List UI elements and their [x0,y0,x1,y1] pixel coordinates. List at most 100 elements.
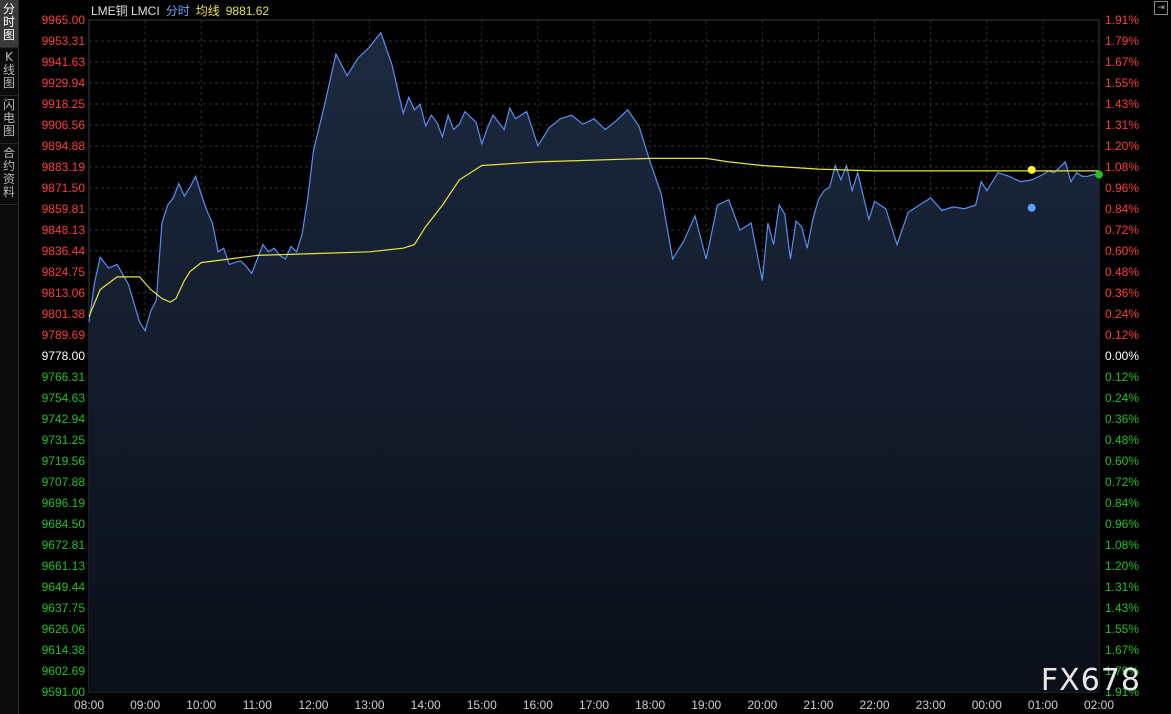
y-tick-label: 9696.19 [42,496,86,510]
pct-tick-label: 1.20% [1105,559,1139,573]
y-tick-label: 9859.81 [42,202,86,216]
y-tick-label: 9661.13 [42,559,86,573]
tab-kline-chart-label: K线图 [2,50,15,90]
x-tick-label: 17:00 [579,698,609,712]
x-tick-label: 12:00 [298,698,328,712]
y-tick-label: 9614.38 [42,643,86,657]
y-tick-label: 9965.00 [42,13,86,27]
y-tick-label: 9836.44 [42,244,86,258]
x-tick-label: 09:00 [130,698,160,712]
pct-tick-label: 0.60% [1105,244,1139,258]
pct-tick-label: 1.20% [1105,139,1139,153]
pct-tick-label: 1.55% [1105,76,1139,90]
pct-tick-label: 1.31% [1105,580,1139,594]
y-tick-label: 9742.94 [42,412,86,426]
x-tick-label: 23:00 [916,698,946,712]
y-tick-label: 9871.50 [42,181,86,195]
pct-tick-label: 0.60% [1105,454,1139,468]
x-tick-label: 00:00 [972,698,1002,712]
y-tick-label: 9941.63 [42,55,86,69]
pct-tick-label: 0.84% [1105,202,1139,216]
tab-time-chart-label: 分时图 [2,2,15,42]
pct-tick-label: 1.67% [1105,55,1139,69]
pct-tick-label: 0.12% [1105,370,1139,384]
x-tick-label: 10:00 [186,698,216,712]
pct-tick-label: 1.08% [1105,160,1139,174]
y-tick-label: 9813.06 [42,286,86,300]
y-tick-label: 9672.81 [42,538,86,552]
x-tick-label: 20:00 [747,698,777,712]
y-tick-label: 9649.44 [42,580,86,594]
x-tick-label: 14:00 [411,698,441,712]
pct-tick-label: 0.12% [1105,328,1139,342]
pct-tick-label: 0.72% [1105,223,1139,237]
x-tick-label: 21:00 [803,698,833,712]
pct-tick-label: 0.96% [1105,517,1139,531]
pct-tick-label: 0.36% [1105,286,1139,300]
y-tick-label: 9602.69 [42,664,86,678]
last-price-marker [1095,170,1103,179]
tab-contract-info[interactable]: 合约资料 [0,144,18,205]
x-tick-label: 13:00 [355,698,385,712]
pct-tick-label: 1.43% [1105,97,1139,111]
tab-kline-chart[interactable]: K线图 [0,48,18,96]
y-tick-label: 9789.69 [42,328,86,342]
y-tick-label: 9801.38 [42,307,86,321]
tab-time-chart[interactable]: 分时图 [0,0,18,48]
y-tick-label: 9848.13 [42,223,86,237]
y-tick-label: 9824.75 [42,265,86,279]
x-tick-label: 01:00 [1028,698,1058,712]
x-tick-label: 18:00 [635,698,665,712]
y-tick-label: 9637.75 [42,601,86,615]
y-tick-label: 9906.56 [42,118,86,132]
tab-contract-info-label: 合约资料 [2,146,15,199]
expand-icon[interactable]: ⇥ [1154,1,1168,15]
pct-tick-label: 1.91% [1105,13,1139,27]
price-area-fill [89,32,1099,693]
y-tick-label: 9778.00 [42,349,86,363]
x-tick-label: 22:00 [860,698,890,712]
pct-tick-label: 0.24% [1105,307,1139,321]
pct-tick-label: 0.48% [1105,433,1139,447]
y-tick-label: 9684.50 [42,517,86,531]
y-tick-label: 9719.56 [42,454,86,468]
x-tick-label: 08:00 [74,698,104,712]
tab-flash-chart[interactable]: 闪电图 [0,96,18,144]
y-tick-label: 9707.88 [42,475,86,489]
chart-header: LME铜 LMCI 分时 均线 9881.62 [91,2,275,19]
avg-value: 9881.62 [225,4,270,18]
pct-tick-label: 0.72% [1105,475,1139,489]
pct-tick-label: 1.67% [1105,643,1139,657]
pct-tick-label: 0.00% [1105,349,1139,363]
y-tick-label: 9929.94 [42,76,86,90]
pct-tick-label: 0.48% [1105,265,1139,279]
x-tick-label: 16:00 [523,698,553,712]
watermark-logo: FX678 [1040,663,1141,698]
y-tick-label: 9626.06 [42,622,86,636]
y-tick-label: 9731.25 [42,433,86,447]
pct-tick-label: 1.79% [1105,34,1139,48]
y-tick-label: 9591.00 [42,685,86,699]
avg-label: 均线 [195,4,220,18]
x-tick-label: 19:00 [691,698,721,712]
y-tick-label: 9894.88 [42,139,86,153]
pct-tick-label: 0.24% [1105,391,1139,405]
pct-tick-label: 1.08% [1105,538,1139,552]
pct-tick-label: 0.84% [1105,496,1139,510]
y-tick-label: 9918.25 [42,97,86,111]
pct-tick-label: 1.43% [1105,601,1139,615]
price-chart[interactable]: 9965.00 1.91% 9953.31 1.79% 9941.63 1.67% 9929… [19,0,1171,714]
y-tick-label: 9953.31 [42,34,86,48]
pct-tick-label: 0.96% [1105,181,1139,195]
tab-flash-chart-label: 闪电图 [2,98,15,138]
symbol-label: LME铜 LMCI [91,4,160,18]
x-tick-label: 11:00 [243,698,272,712]
avg-end-marker [1027,165,1036,174]
low-marker [1027,203,1036,212]
y-tick-label: 9766.31 [42,370,86,384]
sidebar: 分时图 K线图 闪电图 合约资料 [0,0,19,714]
pct-tick-label: 0.36% [1105,412,1139,426]
y-tick-label: 9754.63 [42,391,86,405]
mode-label: 分时 [165,4,190,18]
pct-tick-label: 1.31% [1105,118,1139,132]
